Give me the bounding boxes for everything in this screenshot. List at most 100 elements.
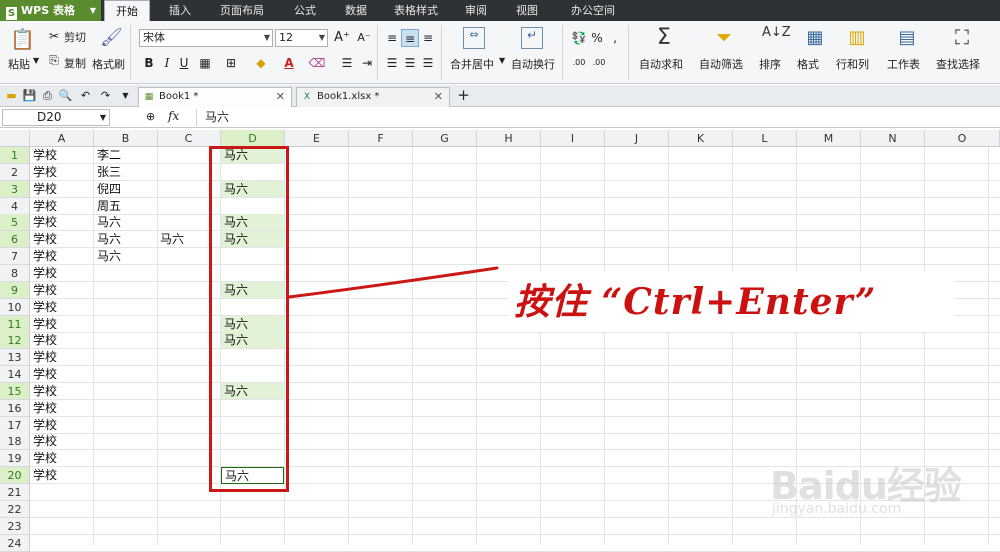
column-header[interactable]: D xyxy=(221,130,285,147)
cell-a13[interactable]: 学校 xyxy=(30,349,93,365)
scissors-icon[interactable]: ✂ xyxy=(45,27,63,45)
customize-dropdown-icon[interactable]: ▼ xyxy=(118,88,133,103)
sort-icon[interactable]: A↓Z xyxy=(762,25,791,51)
cell-a11[interactable]: 学校 xyxy=(30,316,93,332)
close-icon[interactable]: ✕ xyxy=(434,88,443,106)
menu-tab[interactable]: 审阅 xyxy=(455,0,497,21)
cell-a7[interactable]: 学校 xyxy=(30,248,93,264)
paste-button[interactable]: 粘贴 xyxy=(8,56,30,72)
row-header[interactable]: 15 xyxy=(0,383,30,400)
name-box[interactable]: D20 ▼ xyxy=(2,109,110,126)
row-header[interactable]: 1 xyxy=(0,147,30,164)
doc-tab-book1[interactable]: ▦ Book1 * ✕ xyxy=(138,87,292,107)
italic-icon[interactable]: I xyxy=(158,54,176,72)
cell-a4[interactable]: 学校 xyxy=(30,198,93,214)
column-header[interactable]: M xyxy=(797,130,861,147)
cell-a16[interactable]: 学校 xyxy=(30,400,93,416)
redo-icon[interactable]: ↷ xyxy=(98,88,113,103)
column-header[interactable]: K xyxy=(669,130,733,147)
cut-button[interactable]: 剪切 xyxy=(64,29,86,45)
cell-a8[interactable]: 学校 xyxy=(30,265,93,281)
row-header[interactable]: 21 xyxy=(0,484,30,501)
row-header[interactable]: 13 xyxy=(0,349,30,366)
cell-b6[interactable]: 马六 xyxy=(94,231,157,247)
app-menu-button[interactable]: S WPS 表格 ▼ xyxy=(0,0,101,21)
undo-icon[interactable]: ↶ xyxy=(78,88,93,103)
comma-button[interactable]: , xyxy=(606,29,624,47)
cell-a20[interactable]: 学校 xyxy=(30,467,93,483)
row-header[interactable]: 22 xyxy=(0,501,30,518)
menu-tab[interactable]: 插入 xyxy=(162,0,198,21)
select-all-corner[interactable] xyxy=(0,130,30,147)
row-header[interactable]: 2 xyxy=(0,164,30,181)
increase-font-size-icon[interactable]: A⁺ xyxy=(333,29,351,47)
cell-a2[interactable]: 学校 xyxy=(30,164,93,180)
align-top-icon[interactable]: ≡ xyxy=(383,29,401,47)
column-header[interactable]: B xyxy=(94,130,158,147)
cell-a1[interactable]: 学校 xyxy=(30,147,93,163)
cell-b1[interactable]: 李二 xyxy=(94,147,157,163)
save-icon[interactable]: 💾 xyxy=(22,88,37,103)
cell-a9[interactable]: 学校 xyxy=(30,282,93,298)
find-select-button[interactable]: 查找选择 xyxy=(936,56,980,72)
column-header[interactable]: L xyxy=(733,130,797,147)
binoculars-icon[interactable]: ⛶ xyxy=(950,25,974,51)
indent-icon[interactable]: ⇥ xyxy=(358,54,376,72)
align-right-icon[interactable]: ☰ xyxy=(419,54,437,72)
row-header[interactable]: 14 xyxy=(0,366,30,383)
paste-icon[interactable]: 📋 xyxy=(10,27,35,51)
menu-tab[interactable]: 视图 xyxy=(506,0,548,21)
format-button[interactable]: 格式 xyxy=(797,56,819,72)
merge-borders-icon[interactable]: ⊞ xyxy=(222,54,240,72)
merge-center-button[interactable]: 合并居中 xyxy=(450,56,494,72)
column-header[interactable]: I xyxy=(541,130,605,147)
doc-tab-book1-xlsx[interactable]: X Book1.xlsx * ✕ xyxy=(296,87,450,107)
column-header[interactable]: O xyxy=(925,130,1000,147)
cell-b7[interactable]: 马六 xyxy=(94,248,157,264)
copy-button[interactable]: 复制 xyxy=(64,55,86,71)
column-header[interactable]: H xyxy=(477,130,541,147)
align-middle-icon[interactable]: ≡ xyxy=(401,29,419,47)
menu-tab[interactable]: 表格样式 xyxy=(384,0,448,21)
menu-tab[interactable]: 公式 xyxy=(284,0,326,21)
menu-tab[interactable]: 开始 xyxy=(104,0,150,21)
copy-icon[interactable]: ⎘ xyxy=(45,51,63,69)
cell-a5[interactable]: 学校 xyxy=(30,214,93,230)
cell-b5[interactable]: 马六 xyxy=(94,214,157,230)
menu-tab[interactable]: 数据 xyxy=(335,0,377,21)
menu-tab[interactable]: 办公空间 xyxy=(560,0,626,21)
row-header[interactable]: 11 xyxy=(0,316,30,333)
column-header[interactable]: G xyxy=(413,130,477,147)
clear-format-icon[interactable]: ⌫ xyxy=(308,54,326,72)
row-header[interactable]: 3 xyxy=(0,181,30,198)
fill-color-icon[interactable]: ◆ xyxy=(252,54,270,72)
print-preview-icon[interactable]: 🔍 xyxy=(58,88,73,103)
row-header[interactable]: 4 xyxy=(0,198,30,215)
cell-a15[interactable]: 学校 xyxy=(30,383,93,399)
fx-button[interactable]: fx xyxy=(168,109,179,123)
row-header[interactable]: 19 xyxy=(0,450,30,467)
autosum-button[interactable]: 自动求和 xyxy=(639,56,683,72)
row-header[interactable]: 12 xyxy=(0,332,30,349)
cell-a3[interactable]: 学校 xyxy=(30,181,93,197)
format-painter-button[interactable]: 格式刷 xyxy=(92,56,125,72)
merge-dropdown-icon[interactable]: ▼ xyxy=(499,56,505,65)
close-icon[interactable]: ✕ xyxy=(276,88,285,106)
merge-center-icon[interactable]: ⇔ xyxy=(463,27,485,49)
column-header[interactable]: N xyxy=(861,130,925,147)
cell-a19[interactable]: 学校 xyxy=(30,450,93,466)
row-header[interactable]: 6 xyxy=(0,231,30,248)
percent-button[interactable]: % xyxy=(588,29,606,47)
underline-icon[interactable]: U xyxy=(175,54,193,72)
row-header[interactable]: 23 xyxy=(0,518,30,535)
row-header[interactable]: 9 xyxy=(0,282,30,299)
wrap-text-button[interactable]: 自动换行 xyxy=(511,56,555,72)
rows-cols-icon[interactable]: ▥ xyxy=(846,27,868,49)
row-header[interactable]: 24 xyxy=(0,535,30,552)
column-header[interactable]: E xyxy=(285,130,349,147)
paste-dropdown-icon[interactable]: ▼ xyxy=(33,56,39,65)
cell-b4[interactable]: 周五 xyxy=(94,198,157,214)
row-header[interactable]: 20 xyxy=(0,467,30,484)
row-header[interactable]: 5 xyxy=(0,214,30,231)
cell-b3[interactable]: 倪四 xyxy=(94,181,157,197)
